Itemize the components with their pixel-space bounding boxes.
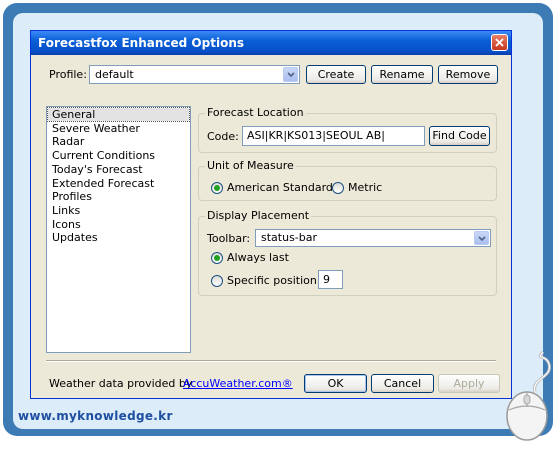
unit-of-measure-heading: Unit of Measure [205, 159, 296, 172]
radio-selected-dot [214, 255, 220, 261]
position-input[interactable]: 9 [318, 270, 343, 289]
always-last-label: Always last [227, 251, 289, 264]
specific-position-label: Specific position: [227, 274, 321, 287]
remove-button[interactable]: Remove [438, 65, 498, 84]
category-item[interactable]: Today's Forecast [52, 163, 143, 176]
category-item[interactable]: Radar [52, 135, 84, 148]
position-value: 9 [323, 273, 330, 286]
toolbar-label: Toolbar: [207, 232, 251, 245]
ok-button[interactable]: OK [304, 374, 367, 393]
options-dialog: Forecastfox Enhanced Options Profile: de… [30, 30, 512, 399]
close-icon [495, 38, 504, 47]
accuweather-link[interactable]: AccuWeather.com® [183, 377, 293, 390]
profile-label: Profile: [49, 68, 87, 81]
category-item[interactable]: Current Conditions [52, 149, 155, 162]
cancel-button[interactable]: Cancel [371, 374, 434, 393]
metric-radio[interactable] [332, 182, 344, 194]
specific-position-radio[interactable] [211, 275, 223, 287]
category-item[interactable]: General [47, 107, 190, 122]
profile-select[interactable]: default [89, 65, 300, 84]
rename-button[interactable]: Rename [371, 65, 433, 84]
category-item[interactable]: Profiles [52, 190, 92, 203]
category-item[interactable]: Updates [52, 231, 98, 244]
code-input[interactable]: ASI|KR|KS013|SEOUL AB| [242, 126, 425, 146]
apply-button[interactable]: Apply [438, 374, 500, 393]
code-label: Code: [207, 130, 239, 143]
toolbar-select[interactable]: status-bar [255, 229, 491, 247]
toolbar-value: status-bar [261, 231, 318, 244]
profile-value: default [95, 68, 134, 81]
category-item[interactable]: Severe Weather [52, 122, 140, 135]
category-list[interactable]: General Severe Weather Radar Current Condit… [46, 106, 191, 353]
profile-dropdown-button[interactable] [283, 67, 298, 82]
watermark-url: www.myknowledge.kr [18, 409, 173, 423]
window-title: Forecastfox Enhanced Options [38, 36, 244, 50]
mouse-icon [506, 350, 551, 441]
metric-label: Metric [348, 181, 383, 194]
american-standard-label: American Standard [227, 181, 333, 194]
close-button[interactable] [491, 34, 508, 51]
code-value: ASI|KR|KS013|SEOUL AB| [247, 129, 385, 142]
create-button[interactable]: Create [306, 65, 366, 84]
always-last-radio[interactable] [211, 252, 223, 264]
title-bar[interactable]: Forecastfox Enhanced Options [31, 31, 511, 55]
category-item[interactable]: Icons [52, 218, 81, 231]
category-item[interactable]: Extended Forecast [52, 177, 154, 190]
chevron-down-icon [478, 236, 486, 242]
chevron-down-icon [287, 72, 295, 78]
footer-divider [46, 360, 496, 362]
radio-selected-dot [214, 185, 220, 191]
display-placement-heading: Display Placement [205, 209, 312, 222]
provider-text: Weather data provided by [49, 377, 193, 390]
toolbar-dropdown-button[interactable] [474, 231, 489, 245]
forecast-location-heading: Forecast Location [205, 106, 306, 119]
category-item[interactable]: Links [52, 204, 80, 217]
american-standard-radio[interactable] [211, 182, 223, 194]
find-code-button[interactable]: Find Code [429, 126, 490, 146]
